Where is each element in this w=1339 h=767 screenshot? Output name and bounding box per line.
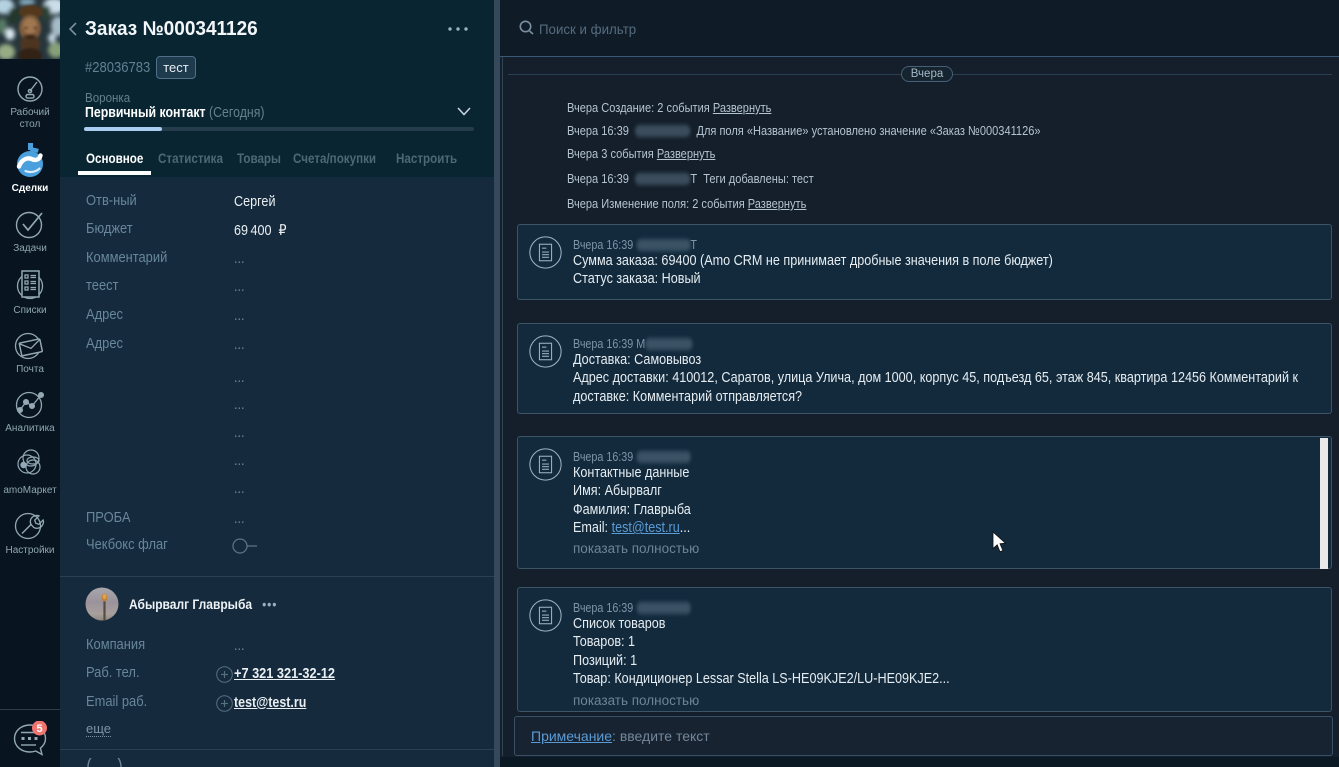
svg-text:5: 5 xyxy=(36,723,42,735)
